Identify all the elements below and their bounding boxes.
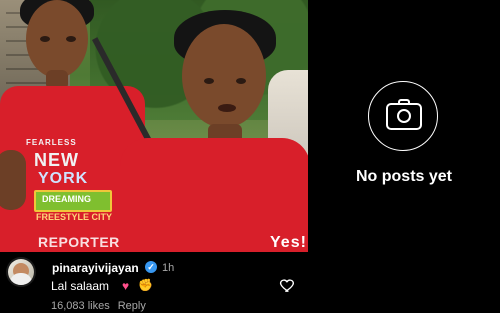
verified-icon: ✓ xyxy=(145,261,157,273)
camera-icon-circle xyxy=(368,81,438,151)
post-panel: FEARLESS NEW YORK DREAMING FREESTYLE CIT… xyxy=(0,0,308,313)
screen: FEARLESS NEW YORK DREAMING FREESTYLE CIT… xyxy=(0,0,500,313)
child-left-head xyxy=(26,0,88,78)
child-center-eye xyxy=(236,78,246,84)
camera-icon xyxy=(386,99,422,130)
child-left-eye xyxy=(40,36,50,42)
heart-emoji: ♥ xyxy=(122,279,130,293)
avatar[interactable] xyxy=(8,259,34,285)
shirt-print-line: YORK xyxy=(38,170,89,187)
child-center-eye xyxy=(204,78,214,84)
likes-count[interactable]: 16,083 likes xyxy=(51,300,110,312)
caption-time: 1h xyxy=(162,262,175,274)
caption-text: Lal salaam xyxy=(51,279,110,293)
child-left-eye xyxy=(66,36,76,42)
hand xyxy=(0,150,26,210)
heart-outline-icon xyxy=(279,279,294,292)
shirt-print-line: FEARLESS xyxy=(26,138,77,147)
shirt-print-badge-text: DREAMING xyxy=(42,194,91,204)
caption-meta: 16,083 likes Reply xyxy=(51,300,146,312)
fist-emoji: ✊ xyxy=(138,278,153,292)
profile-panel: No posts yet xyxy=(308,0,500,313)
child-center-shirt-text: Yes! xyxy=(270,234,307,251)
watermark: REPORTER xyxy=(38,234,120,250)
child-center: Yes! xyxy=(100,0,308,252)
empty-state-text: No posts yet xyxy=(355,168,452,185)
child-center-head xyxy=(182,24,266,128)
caption-username[interactable]: pinarayivijayan xyxy=(52,261,139,275)
reply-link[interactable]: Reply xyxy=(118,300,146,312)
child-center-mouth xyxy=(218,104,236,112)
like-button[interactable] xyxy=(279,276,297,294)
post-media[interactable]: FEARLESS NEW YORK DREAMING FREESTYLE CIT… xyxy=(0,0,308,252)
shirt-print-line: NEW xyxy=(34,150,79,170)
